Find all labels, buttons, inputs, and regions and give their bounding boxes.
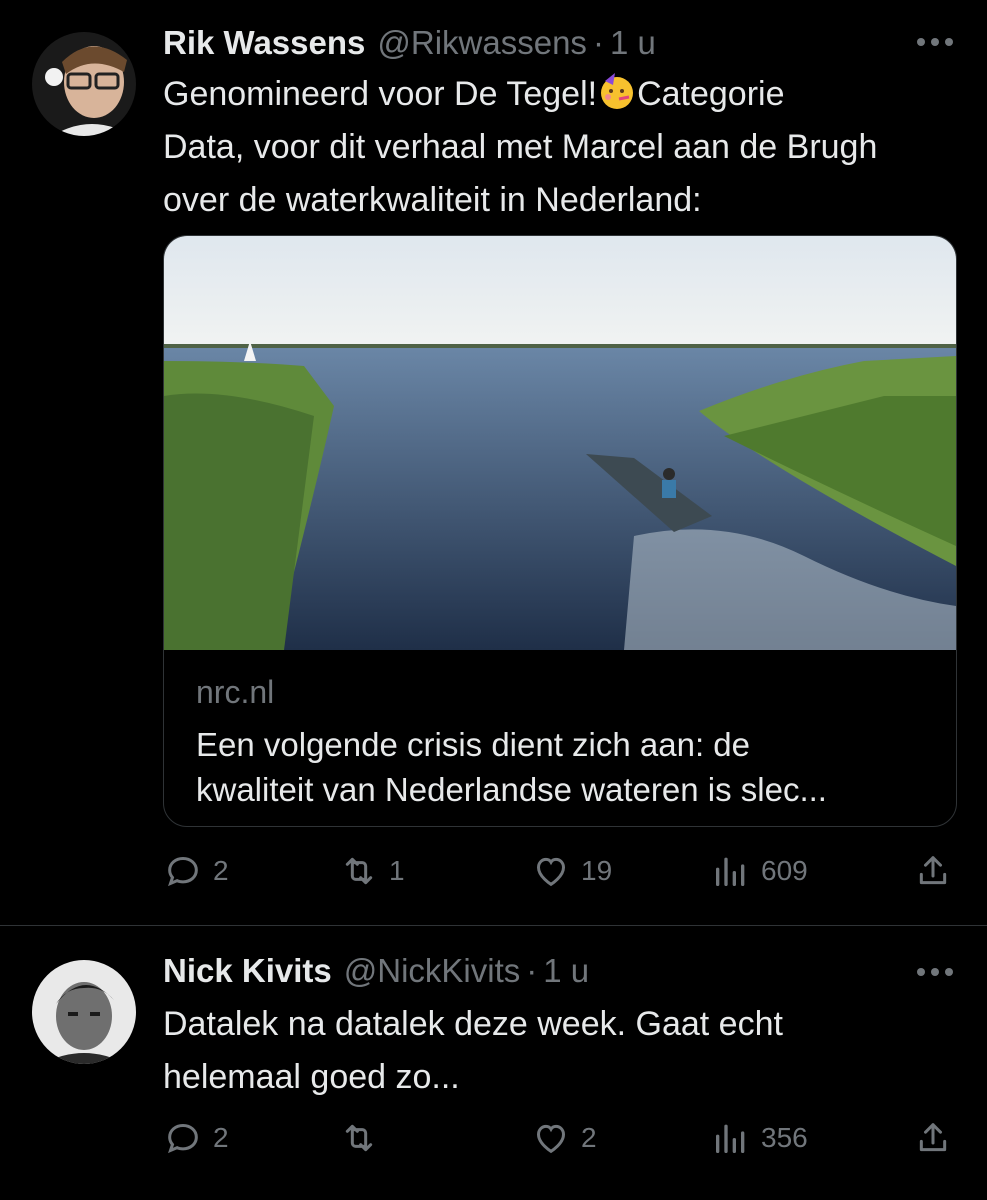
heart-icon	[536, 857, 566, 887]
tweet-text-line: Data, voor dit verhaal met Marcel aan de…	[163, 128, 878, 166]
avatar[interactable]	[32, 960, 136, 1064]
tweet-text: Datalek na datalek deze week. Gaat echt …	[163, 998, 783, 1104]
timestamp[interactable]: 1 u	[610, 24, 656, 62]
timestamp[interactable]: 1 u	[543, 952, 589, 990]
tweet[interactable]: Rik Wassens @Rikwassens · 1 u Genomineer…	[0, 0, 987, 925]
tweet-text-line: Datalek na datalek deze week. Gaat echt	[163, 1005, 783, 1043]
card-title: Een volgende crisis dient zich aan: de k…	[196, 722, 926, 812]
view-count: 609	[761, 855, 808, 886]
partying-face-emoji-icon	[597, 71, 637, 111]
card-title-line: kwaliteit van Nederlandse wateren is sle…	[196, 771, 827, 808]
more-options-icon[interactable]	[917, 38, 953, 46]
retweet-button[interactable]	[339, 1113, 389, 1163]
link-card[interactable]: nrc.nl Een volgende crisis dient zich aa…	[163, 235, 957, 827]
tweet-text-line: Categorie	[637, 75, 785, 113]
tweet-text-line: helemaal goed zo...	[163, 1058, 460, 1096]
like-count: 2	[581, 1122, 597, 1153]
card-domain: nrc.nl	[196, 674, 275, 710]
heart-icon	[536, 1124, 566, 1154]
separator: ·	[526, 952, 538, 989]
like-button[interactable]: 19	[531, 846, 612, 896]
retweet-icon	[345, 1124, 373, 1152]
tweet-actions: 2 2 356	[163, 1113, 953, 1163]
author-handle[interactable]: @Rikwassens	[377, 24, 587, 62]
reply-button[interactable]: 2	[163, 846, 229, 896]
tweet-text-line: Genomineerd voor De Tegel!	[163, 75, 598, 113]
like-button[interactable]: 2	[531, 1113, 597, 1163]
card-image[interactable]	[164, 236, 956, 650]
author-name[interactable]: Rik Wassens	[163, 24, 365, 62]
share-icon	[919, 1123, 947, 1152]
avatar[interactable]	[32, 32, 136, 136]
share-icon	[919, 856, 947, 885]
views-icon	[716, 1124, 745, 1153]
more-options-icon[interactable]	[917, 968, 953, 976]
retweet-button[interactable]: 1	[339, 846, 405, 896]
views-icon	[716, 857, 745, 886]
share-button[interactable]	[913, 1113, 953, 1163]
retweet-count: 1	[389, 855, 405, 886]
like-count: 19	[581, 855, 613, 886]
author-name[interactable]: Nick Kivits	[163, 952, 332, 990]
tweet[interactable]: Nick Kivits @NickKivits · 1 u Datalek na…	[0, 926, 987, 1200]
tweet-text: Genomineerd voor De Tegel! Categorie Dat…	[163, 68, 877, 227]
separator: ·	[592, 24, 604, 61]
reply-button[interactable]: 2	[163, 1113, 229, 1163]
retweet-icon	[345, 857, 373, 885]
author-handle[interactable]: @NickKivits	[344, 952, 521, 990]
views-button[interactable]: 609	[711, 846, 808, 896]
view-count: 356	[761, 1122, 808, 1153]
views-button[interactable]: 356	[711, 1113, 808, 1163]
reply-count: 2	[213, 855, 229, 886]
tweet-actions: 2 1 19 609	[163, 846, 953, 896]
card-title-line: Een volgende crisis dient zich aan: de	[196, 726, 751, 763]
reply-icon	[168, 1123, 198, 1154]
tweet-text-line: over de waterkwaliteit in Nederland:	[163, 181, 702, 219]
share-button[interactable]	[913, 846, 953, 896]
reply-icon	[168, 856, 198, 887]
reply-count: 2	[213, 1122, 229, 1153]
